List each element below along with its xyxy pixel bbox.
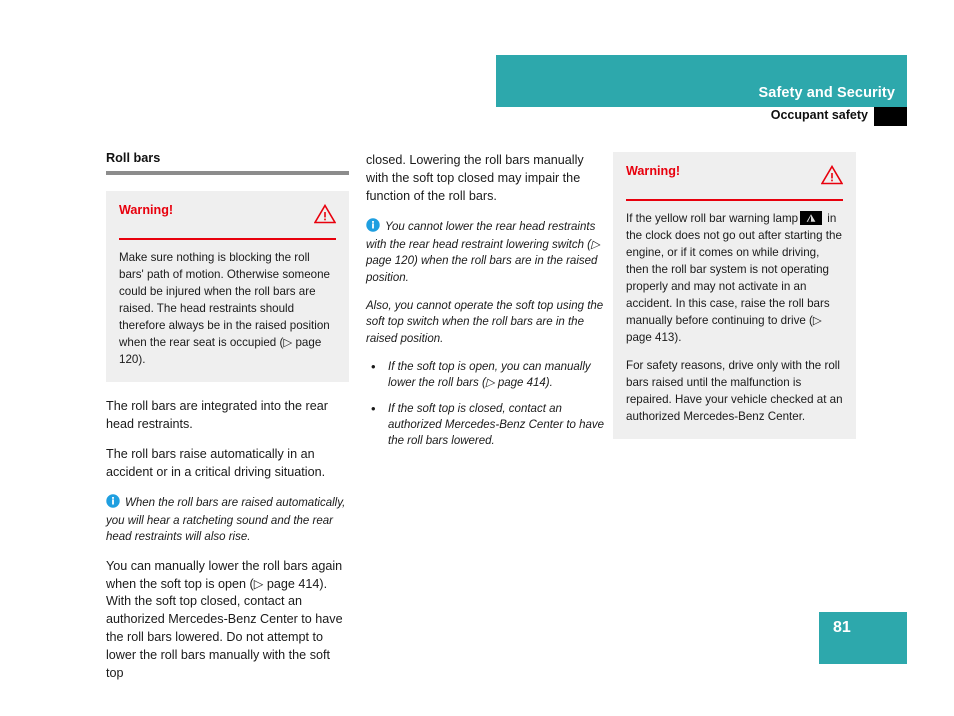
- body-paragraph: The roll bars are integrated into the re…: [106, 399, 328, 432]
- warning-paragraph: If the yellow roll bar warning lamp in t…: [626, 210, 843, 346]
- warning-divider: [626, 199, 843, 201]
- note-text: You cannot lower the rear head restraint…: [366, 220, 600, 284]
- page-title: Roll bars: [106, 151, 161, 165]
- header-black-tab: [874, 107, 907, 126]
- roll-bar-warning-lamp-icon: [800, 211, 823, 225]
- warning-text-after-lamp: in the clock does not go out after start…: [626, 212, 842, 345]
- warning-header: Warning!: [626, 164, 844, 199]
- warning-title: Warning!: [626, 164, 681, 178]
- right-column: Warning! If the yellow roll bar warning …: [613, 152, 856, 455]
- warning-box-left: Warning! Make sure nothing is blocking t…: [106, 190, 349, 383]
- warning-body: Make sure nothing is blocking the roll b…: [119, 249, 336, 368]
- warning-paragraph: Make sure nothing is blocking the roll b…: [119, 250, 331, 367]
- info-icon: [366, 217, 380, 237]
- note-text: When the roll bars are raised automatica…: [106, 496, 346, 544]
- warning-triangle-icon: [820, 164, 844, 190]
- warning-text-before-lamp: If the yellow roll bar warning lamp: [626, 212, 799, 225]
- note-block: When the roll bars are raised automatica…: [106, 493, 349, 546]
- list-item: If the soft top is closed, contact an au…: [366, 400, 609, 450]
- note-continued: Also, you cannot operate the soft top us…: [366, 299, 604, 345]
- note-block: You cannot lower the rear head restraint…: [366, 217, 609, 286]
- warning-paragraph: For safety reasons, drive only with the …: [626, 359, 843, 424]
- body-paragraph: The roll bars raise automatically in an …: [106, 446, 326, 479]
- body-paragraph: closed. Lowering the roll bars manually …: [366, 153, 584, 203]
- info-icon: [106, 493, 120, 513]
- middle-column: closed. Lowering the roll bars manually …: [366, 152, 609, 462]
- warning-header: Warning!: [119, 202, 337, 238]
- warning-body: If the yellow roll bar warning lamp in t…: [626, 210, 843, 425]
- left-column: Roll bars Warning! Make sure nothing is …: [106, 151, 349, 695]
- warning-box-right: Warning! If the yellow roll bar warning …: [613, 152, 856, 440]
- header-subtitle-row: Occupant safety: [496, 107, 907, 126]
- body-paragraph: You can manually lower the roll bars aga…: [106, 558, 343, 680]
- heading-divider: [106, 170, 349, 175]
- warning-divider: [119, 237, 336, 240]
- header-banner-title: Safety and Security: [758, 85, 895, 101]
- warning-title: Warning!: [119, 202, 174, 217]
- page-number-box: 81: [819, 612, 907, 664]
- page-number: 81: [833, 619, 851, 636]
- header-subtitle: Occupant safety: [770, 108, 868, 122]
- bullet-list: If the soft top is open, you can manuall…: [366, 358, 609, 450]
- list-item: If the soft top is open, you can manuall…: [366, 358, 609, 392]
- header-banner: Safety and Security: [496, 55, 907, 107]
- warning-triangle-icon: [313, 203, 337, 229]
